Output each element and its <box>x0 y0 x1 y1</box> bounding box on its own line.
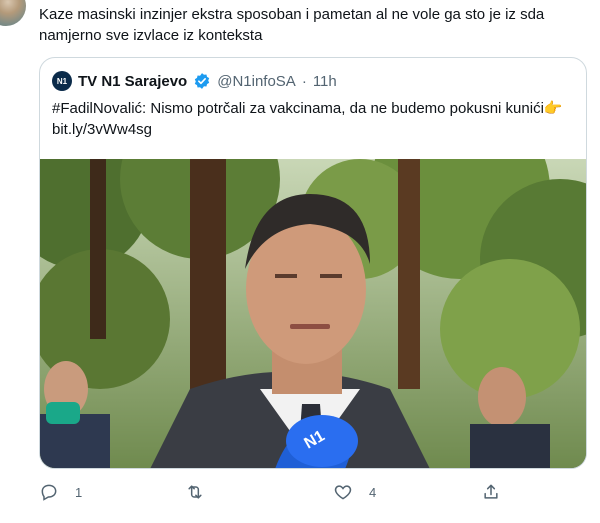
heart-icon <box>334 485 352 500</box>
quoted-timestamp[interactable]: 11h <box>313 73 337 90</box>
share-icon <box>484 484 498 499</box>
quoted-tweet-header: N1 TV N1 Sarajevo @N1infoSA · 11h <box>52 70 337 92</box>
quoted-tweet-card[interactable]: N1 TV N1 Sarajevo @N1infoSA · 11h #Fadil… <box>39 57 587 469</box>
retweet-icon <box>188 485 202 499</box>
quoted-tweet-text: #FadilNovalić: Nismo potrčali za vakcina… <box>52 98 572 140</box>
user-avatar[interactable] <box>0 0 26 26</box>
reply-button[interactable]: 1 <box>39 478 82 506</box>
quoted-handle[interactable]: @N1infoSA <box>217 73 296 90</box>
like-button[interactable]: 4 <box>333 478 376 506</box>
quoted-link[interactable]: bit.ly/3vWw4sg <box>52 121 152 138</box>
quoted-media-photo[interactable]: N1 <box>40 159 586 468</box>
quoted-text-body: #FadilNovalić: Nismo potrčali za vakcina… <box>52 100 544 117</box>
photo-illustration: N1 <box>40 159 586 468</box>
pointing-hand-emoji: 👉 <box>543 100 563 117</box>
verified-badge-icon <box>195 73 210 89</box>
like-count: 4 <box>369 484 377 500</box>
quoted-display-name[interactable]: TV N1 Sarajevo <box>78 73 187 90</box>
reply-count: 1 <box>75 484 83 500</box>
separator-dot: · <box>301 72 307 90</box>
quoted-avatar[interactable]: N1 <box>52 71 72 91</box>
tweet-action-bar: 1 4 <box>39 478 509 506</box>
tweet-text: Kaze masinski inzinjer ekstra sposoban i… <box>39 6 545 44</box>
retweet-button[interactable] <box>185 478 221 506</box>
reply-icon <box>41 484 57 501</box>
quoted-avatar-text: N1 <box>56 76 68 86</box>
share-button[interactable] <box>481 478 517 506</box>
